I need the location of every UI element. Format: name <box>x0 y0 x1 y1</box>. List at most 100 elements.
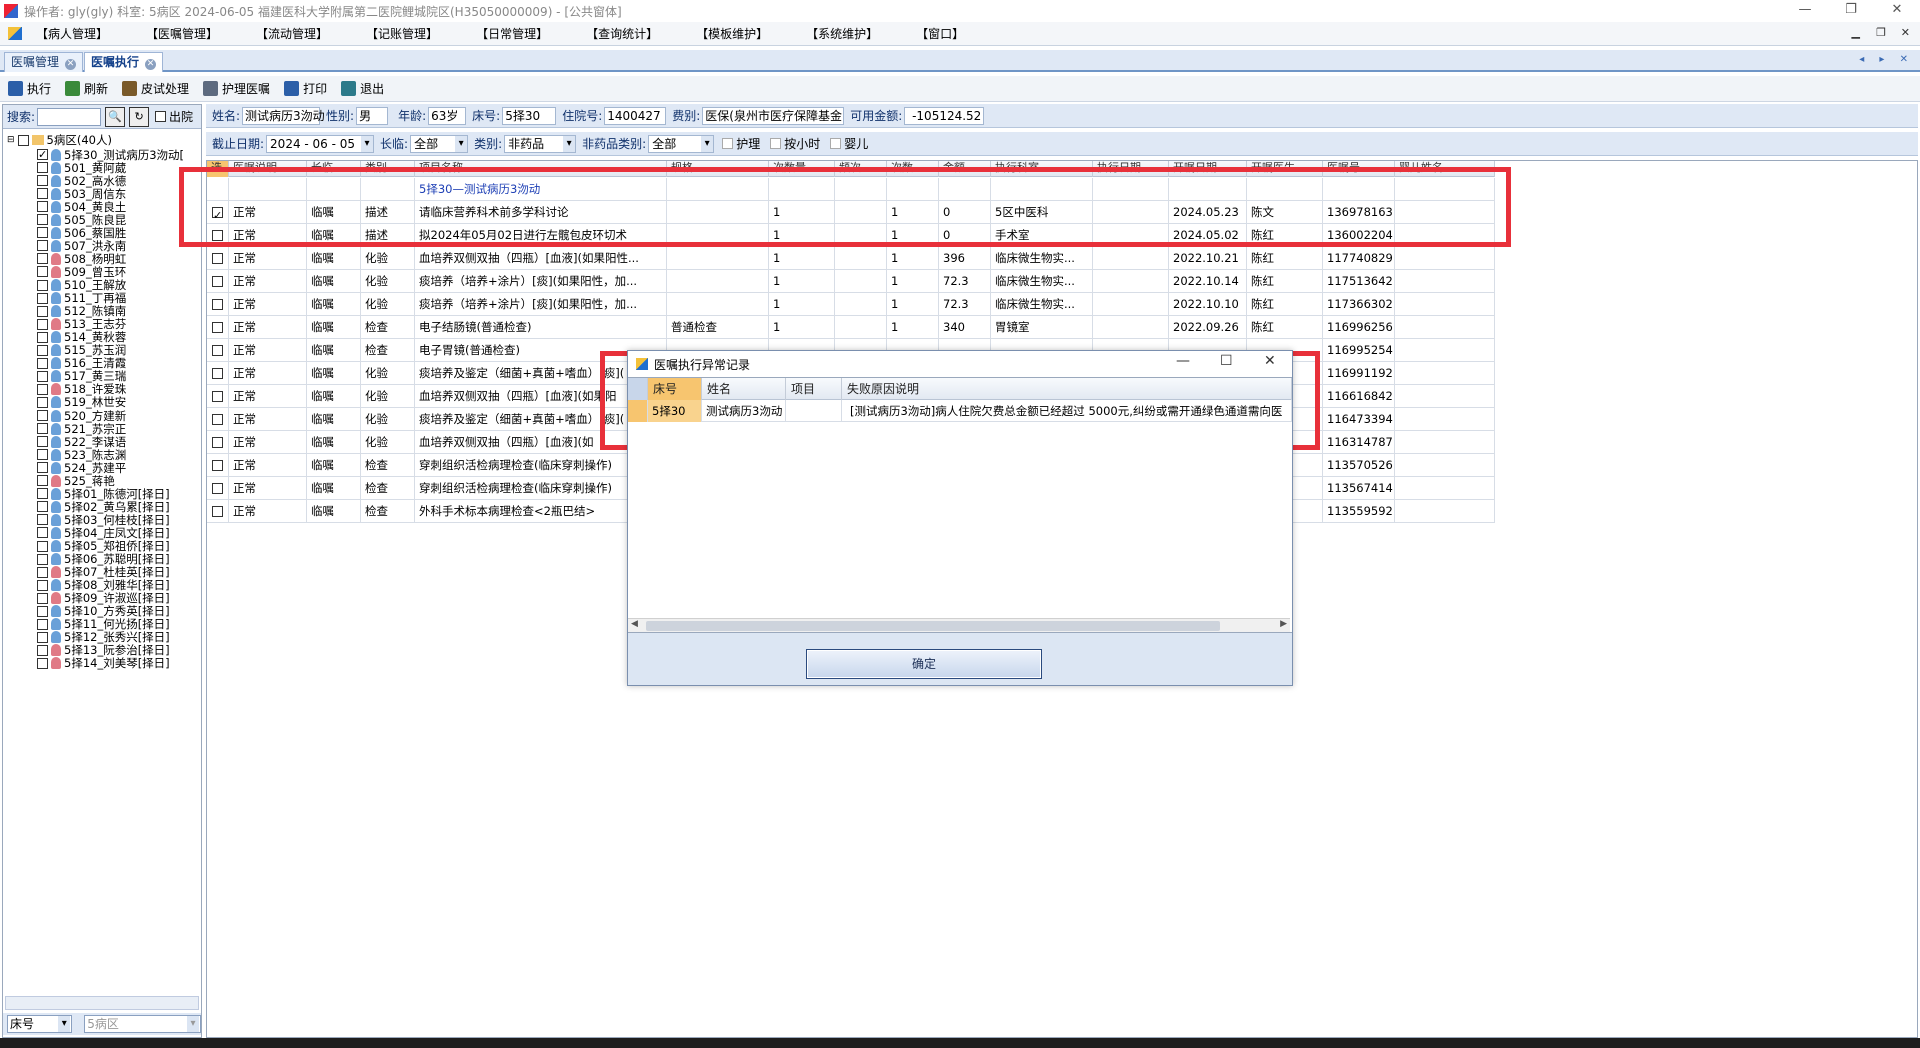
row-select-cell[interactable] <box>207 270 229 293</box>
patient-checkbox[interactable] <box>37 488 48 500</box>
row-checkbox[interactable] <box>212 368 223 379</box>
patient-checkbox[interactable] <box>37 240 48 252</box>
patient-checkbox[interactable] <box>37 305 48 317</box>
tab-close-icon[interactable]: ✕ <box>65 59 77 70</box>
patient-checkbox[interactable] <box>37 370 48 382</box>
dialog-horizontal-scrollbar[interactable]: ◀ ▶ <box>628 618 1290 632</box>
patient-checkbox[interactable] <box>37 436 48 448</box>
patient-checkbox[interactable] <box>37 618 48 630</box>
scroll-left-icon[interactable]: ◀ <box>631 619 638 629</box>
discharge-checkbox[interactable] <box>155 111 167 122</box>
row-checkbox[interactable] <box>212 460 223 471</box>
patient-checkbox[interactable] <box>37 188 48 200</box>
menu-item[interactable]: 【系统维护】 <box>806 25 878 42</box>
row-checkbox[interactable] <box>212 506 223 517</box>
order-row[interactable]: 正常 临嘱 检查 电子结肠镜(普通检查) 普通检查 1 1 340 胃镜室 2022.09.26 陈… <box>207 316 1495 339</box>
grid-column-header[interactable]: 执行科室 <box>991 161 1093 177</box>
patient-checkbox[interactable] <box>37 279 48 291</box>
grid-column-header[interactable]: 长临 <box>307 161 361 177</box>
grid-column-header[interactable]: 次数量 <box>769 161 835 177</box>
menu-item[interactable]: 【查询统计】 <box>586 25 658 42</box>
patient-checkbox[interactable] <box>37 396 48 408</box>
error-row[interactable]: 5择30 测试病历3沕动 [测试病历3沕动]病人住院欠费总金额已经超过 5000… <box>628 400 1292 422</box>
patient-checkbox[interactable] <box>37 540 48 552</box>
row-checkbox[interactable] <box>212 299 223 310</box>
toolbar-button[interactable]: 皮试处理 <box>122 80 189 97</box>
row-select-cell[interactable] <box>207 339 229 362</box>
row-checkbox[interactable] <box>212 483 223 494</box>
patient-checkbox[interactable] <box>37 214 48 226</box>
minimize-icon[interactable]: — <box>1782 0 1828 22</box>
grid-column-header[interactable]: 次数 <box>887 161 939 177</box>
toolbar-button[interactable]: 打印 <box>284 80 327 97</box>
row-checkbox[interactable] <box>212 276 223 287</box>
row-select-cell[interactable] <box>207 293 229 316</box>
toolbar-button[interactable]: 刷新 <box>65 80 108 97</box>
hourly-checkbox[interactable] <box>770 138 782 149</box>
row-checkbox[interactable] <box>212 437 223 448</box>
row-checkbox[interactable] <box>212 345 223 356</box>
row-checkbox[interactable] <box>212 322 223 333</box>
ward-select[interactable]: 5病区 <box>84 1015 201 1033</box>
row-checkbox[interactable] <box>212 230 223 241</box>
mdi-close-icon[interactable]: ✕ <box>1901 26 1910 39</box>
dialog-maximize-icon[interactable]: ☐ <box>1220 353 1233 369</box>
patient-checkbox[interactable] <box>37 605 48 617</box>
nondrug-select[interactable]: 全部 <box>648 134 715 153</box>
grid-column-header[interactable]: 开嘱医生 <box>1247 161 1323 177</box>
sort-select[interactable]: 床号 <box>7 1015 73 1033</box>
menu-item[interactable]: 【记账管理】 <box>366 25 438 42</box>
refresh-list-icon[interactable]: ↻ <box>129 106 150 127</box>
row-select-cell[interactable] <box>207 408 229 431</box>
row-select-cell[interactable] <box>207 201 229 224</box>
patient-checkbox[interactable] <box>37 644 48 656</box>
patient-checkbox[interactable] <box>37 657 48 669</box>
patient-checkbox[interactable] <box>37 227 48 239</box>
patient-checkbox[interactable] <box>37 501 48 513</box>
col-item[interactable]: 项目 <box>786 378 842 400</box>
patient-checkbox[interactable] <box>37 631 48 643</box>
restore-icon[interactable]: ❐ <box>1828 0 1874 22</box>
menu-item[interactable]: 【模板维护】 <box>696 25 768 42</box>
menu-item[interactable]: 【病人管理】 <box>36 25 108 42</box>
grid-column-header[interactable]: 类别 <box>361 161 415 177</box>
tab-order-execution[interactable]: 医嘱执行 ✕ <box>84 52 164 72</box>
patient-checkbox[interactable] <box>37 292 48 304</box>
grid-column-header[interactable]: 规格 <box>667 161 769 177</box>
patient-checkbox[interactable] <box>37 410 48 421</box>
patient-checkbox[interactable] <box>37 592 48 604</box>
col-name[interactable]: 姓名 <box>702 378 786 400</box>
row-checkbox[interactable] <box>212 205 223 224</box>
tab-order-management[interactable]: 医嘱管理 ✕ <box>4 52 84 72</box>
infant-checkbox[interactable] <box>830 138 842 149</box>
date-picker[interactable]: 2024 - 06 - 05 <box>266 134 375 153</box>
grid-column-header[interactable]: 频次 <box>835 161 887 177</box>
ok-button[interactable]: 确定 <box>806 649 1042 679</box>
menu-item[interactable]: 【流动管理】 <box>256 25 328 42</box>
order-row[interactable]: 正常临嘱描述请临床营养科术前多学科讨论1105区中医科2024.05.23陈文1… <box>207 201 1495 224</box>
row-select-cell[interactable] <box>207 316 229 339</box>
grid-column-header[interactable]: 医嘱号 <box>1323 161 1395 177</box>
patient-checkbox[interactable] <box>37 579 48 591</box>
col-bed[interactable]: 床号 <box>648 378 702 400</box>
grid-column-header[interactable]: 医嘱说明 <box>229 161 307 177</box>
order-row[interactable]: 正常 临嘱 化验 痰培养（培养+涂片）[痰](如果阳性，加... 1 1 72.3 临床微生物… <box>207 293 1495 316</box>
patient-checkbox[interactable] <box>37 462 48 474</box>
order-row[interactable]: 正常 临嘱 描述 拟2024年05月02日进行左髋包皮环切术 1 1 0 手术室 2024.05… <box>207 224 1495 247</box>
row-checkbox[interactable] <box>212 414 223 425</box>
patient-checkbox[interactable] <box>37 357 48 369</box>
longterm-select[interactable]: 全部 <box>410 134 469 153</box>
menu-item[interactable]: 【日常管理】 <box>476 25 548 42</box>
patient-checkbox[interactable] <box>37 318 48 330</box>
search-icon[interactable]: 🔍 <box>105 106 126 127</box>
dialog-minimize-icon[interactable]: — <box>1176 353 1190 369</box>
menu-item[interactable]: 【医嘱管理】 <box>146 25 218 42</box>
order-row[interactable]: 正常 临嘱 化验 血培养双侧双抽（四瓶）[血液](如果阳性... 1 1 396 临床微生物实… <box>207 247 1495 270</box>
grid-column-header[interactable]: 开嘱日期 <box>1169 161 1247 177</box>
grid-column-header[interactable]: 金额 <box>939 161 991 177</box>
row-select-cell[interactable] <box>207 224 229 247</box>
row-select-cell[interactable] <box>207 477 229 500</box>
collapse-icon[interactable]: ⊟ <box>7 132 15 148</box>
toolbar-button[interactable]: 护理医嘱 <box>203 80 270 97</box>
row-select-cell[interactable] <box>207 431 229 454</box>
